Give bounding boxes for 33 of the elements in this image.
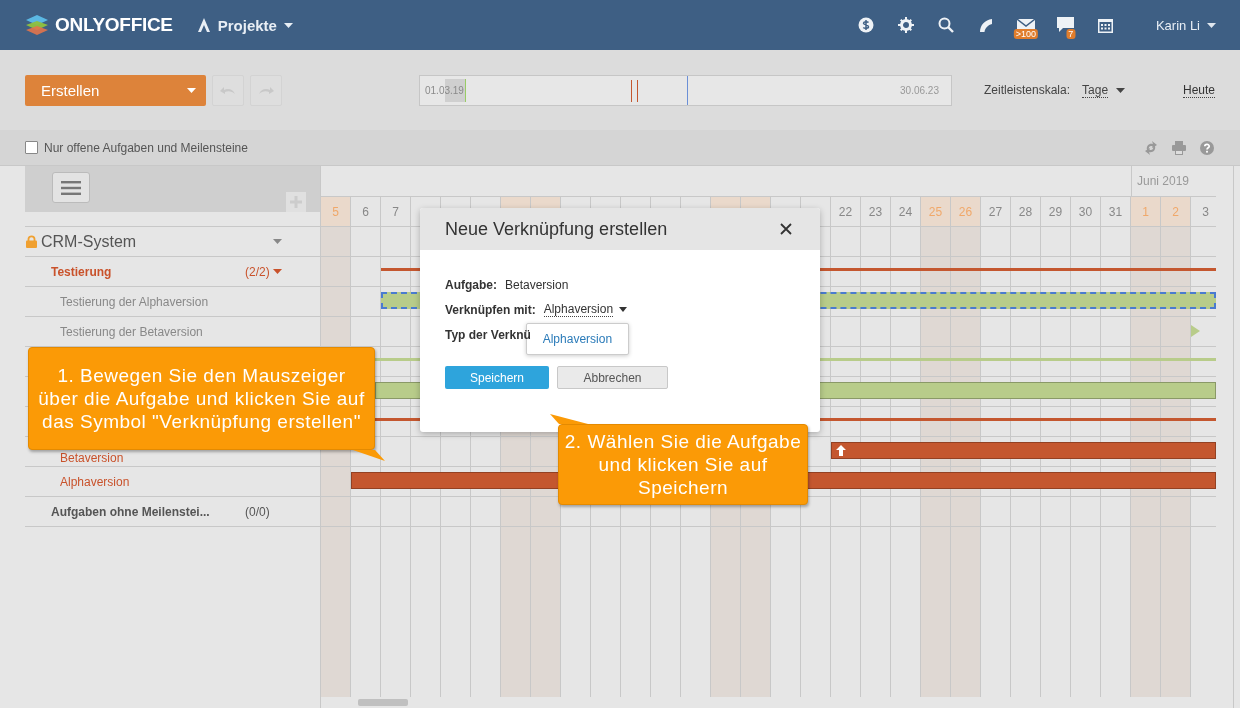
field-label: Aufgabe: <box>445 277 497 292</box>
instruction-tooltip: 1. Bewegen Sie den Mauszeiger über die Aufgabe und klicken Sie auf das Symbol "Verknüpfung erstellen" <box>28 347 375 450</box>
dialog-title: Neue Verknüpfung erstellen <box>445 218 668 240</box>
month-label: Juni 2019 <box>1137 174 1190 188</box>
checkbox-label: Nur offene Aufgaben und Meilensteine <box>44 140 248 155</box>
timeline-start-date: 01.03.19 <box>425 84 464 96</box>
day-number: 2 <box>1172 204 1179 219</box>
logo-text: ONLYOFFICE <box>55 14 173 36</box>
instruction-tooltip: 2. Wählen Sie die Aufgabe und klicken Sie auf Speichern <box>558 424 808 505</box>
task-count: (2/2) <box>245 264 270 279</box>
day-number: 6 <box>362 204 369 219</box>
day-number: 3 <box>1202 204 1209 219</box>
day-number: 31 <box>1108 204 1123 219</box>
field-label: Verknüpfen mit: <box>445 302 536 317</box>
day-number: 27 <box>988 204 1003 219</box>
day-number: 5 <box>332 204 339 219</box>
scale-label: Zeitleistenskala: <box>984 83 1071 97</box>
day-number: 23 <box>868 204 883 219</box>
day-number: 25 <box>928 204 943 219</box>
task-count: (0/0) <box>245 504 270 519</box>
notification-badge: 7 <box>1066 29 1076 39</box>
day-number: 22 <box>838 204 853 219</box>
notification-badge: >100 <box>1013 29 1039 39</box>
day-number: 26 <box>958 204 973 219</box>
day-number: 29 <box>1048 204 1063 219</box>
day-number: 7 <box>392 204 399 219</box>
day-number: 30 <box>1078 204 1093 219</box>
day-number: 24 <box>898 204 913 219</box>
field-value: Betaversion <box>505 277 569 292</box>
day-number: 1 <box>1142 204 1149 219</box>
field-label: Typ der Verknü <box>445 327 531 342</box>
day-number: 28 <box>1018 204 1033 219</box>
timeline-end-date: 30.06.23 <box>900 84 939 96</box>
